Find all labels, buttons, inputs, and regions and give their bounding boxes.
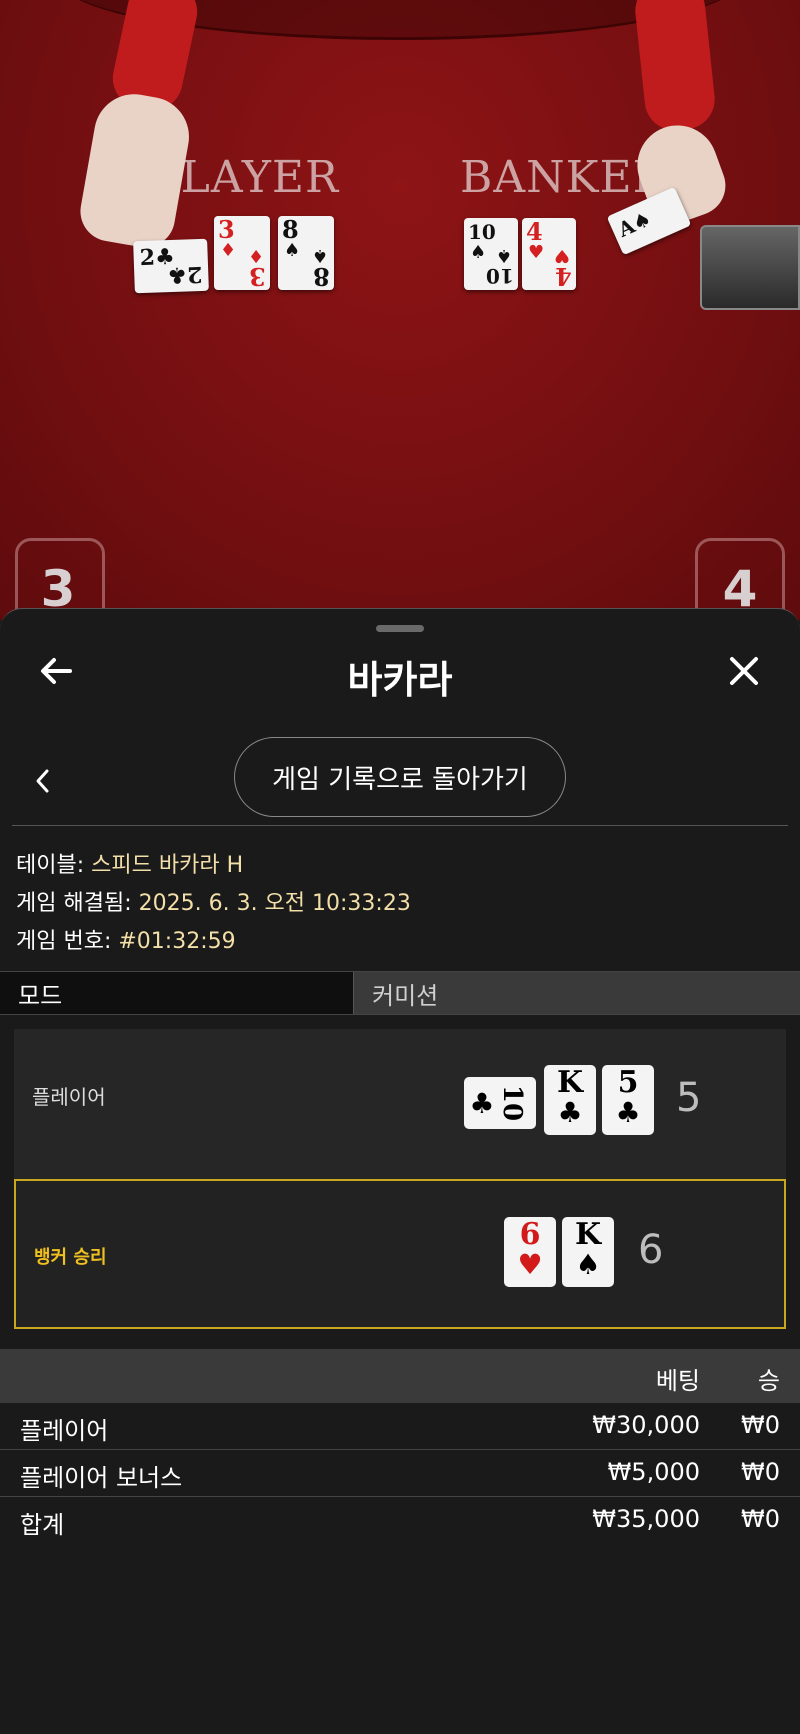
total-row: 합계 ₩35,000 ₩0 — [0, 1497, 800, 1544]
table-card: 2♣ 2♣ — [133, 238, 209, 294]
card-suit: ♣ — [615, 1096, 641, 1129]
banker-total: 6 — [638, 1227, 664, 1273]
banker-win-label: 뱅커 승리 — [34, 1247, 107, 1268]
resolved-info-label: 게임 해결됨: — [16, 891, 132, 916]
resolved-info: 게임 해결됨: 2025. 6. 3. 오전 10:33:23 — [16, 885, 411, 917]
total-bet-amount: ₩35,000 — [592, 1505, 700, 1533]
table-info-label: 테이블: — [16, 853, 85, 878]
card-rank: K — [574, 1217, 602, 1252]
commission-value: 커미션 — [354, 972, 800, 1014]
card-suit: ♣ — [469, 1086, 495, 1120]
card-suit: ♣ — [557, 1096, 583, 1129]
bet-name: 플레이어 — [20, 1417, 109, 1445]
table-card: 3 ♦ 3 ♦ — [214, 216, 270, 291]
player-total: 5 — [676, 1075, 702, 1121]
card-suit: ♥ — [517, 1248, 543, 1281]
dealer-hand-left — [75, 87, 196, 253]
table-card: 10 ♠ 10 ♠ — [464, 218, 518, 290]
player-card-1: ♣ 10 — [464, 1077, 536, 1129]
close-icon[interactable] — [724, 651, 764, 691]
game-number-value: #01:32:59 — [118, 929, 236, 954]
table-info-value: 스피드 바카라 H — [91, 853, 244, 878]
mode-row: 모드 커미션 — [0, 971, 800, 1015]
sheet-drag-handle[interactable] — [376, 625, 424, 632]
game-number-label: 게임 번호: — [16, 929, 112, 954]
game-history-sheet: 바카라 게임 기록으로 돌아가기 테이블: 스피드 바카라 H 게임 해결됨: … — [0, 608, 800, 1734]
resolved-info-value: 2025. 6. 3. 오전 10:33:23 — [138, 891, 411, 916]
total-win-amount: ₩0 — [741, 1505, 780, 1533]
bet-amount: ₩5,000 — [607, 1458, 700, 1486]
card-rank: K — [556, 1065, 584, 1100]
game-number-info: 게임 번호: #01:32:59 — [16, 923, 236, 955]
bet-column-header: 베팅 — [655, 1367, 700, 1395]
player-hand-panel: 플레이어 ♣ 10 K ♣ 5 ♣ 5 — [14, 1029, 786, 1179]
banker-table-label: BANKER — [460, 152, 667, 203]
banker-hand-panel: 뱅커 승리 6 ♥ K ♠ 6 — [14, 1179, 786, 1329]
win-column-header: 승 — [757, 1367, 780, 1395]
card-suit: ♠ — [575, 1248, 601, 1281]
card-rank: 6 — [519, 1217, 541, 1252]
win-amount: ₩0 — [741, 1411, 780, 1439]
dealer-arm-right — [632, 0, 718, 134]
page-title: 바카라 — [347, 658, 453, 702]
table-row: 플레이어 ₩30,000 ₩0 — [0, 1403, 800, 1450]
banker-card-1: 6 ♥ — [504, 1217, 556, 1287]
player-hand-label: 플레이어 — [32, 1085, 106, 1109]
player-card-2: K ♣ — [544, 1065, 596, 1135]
table-card: 8 ♠ 8 ♠ — [278, 216, 334, 291]
bet-amount: ₩30,000 — [592, 1411, 700, 1439]
player-card-3: 5 ♣ — [602, 1065, 654, 1135]
table-info: 테이블: 스피드 바카라 H — [16, 847, 243, 879]
bet-name: 플레이어 보너스 — [20, 1464, 183, 1492]
card-rank: 10 — [497, 1084, 528, 1122]
banker-card-2: K ♠ — [562, 1217, 614, 1287]
back-to-history-button[interactable]: 게임 기록으로 돌아가기 — [234, 737, 566, 817]
chevron-left-icon[interactable] — [30, 765, 54, 797]
live-video-feed: PLAYER BANKER 2♣ 2♣ 3 ♦ 3 ♦ 8 ♠ 8 ♠ 10 ♠ 10 ♠ … — [0, 0, 800, 620]
card-rank: 5 — [617, 1065, 639, 1100]
bets-table-header: 베팅 승 — [0, 1349, 800, 1403]
total-label: 합계 — [20, 1511, 65, 1539]
win-amount: ₩0 — [741, 1458, 780, 1486]
table-card: 4 ♥ 4 ♥ — [522, 218, 576, 291]
card-shoe — [700, 225, 800, 310]
table-row: 플레이어 보너스 ₩5,000 ₩0 — [0, 1450, 800, 1497]
divider — [12, 825, 788, 826]
mode-label: 모드 — [0, 972, 354, 1014]
